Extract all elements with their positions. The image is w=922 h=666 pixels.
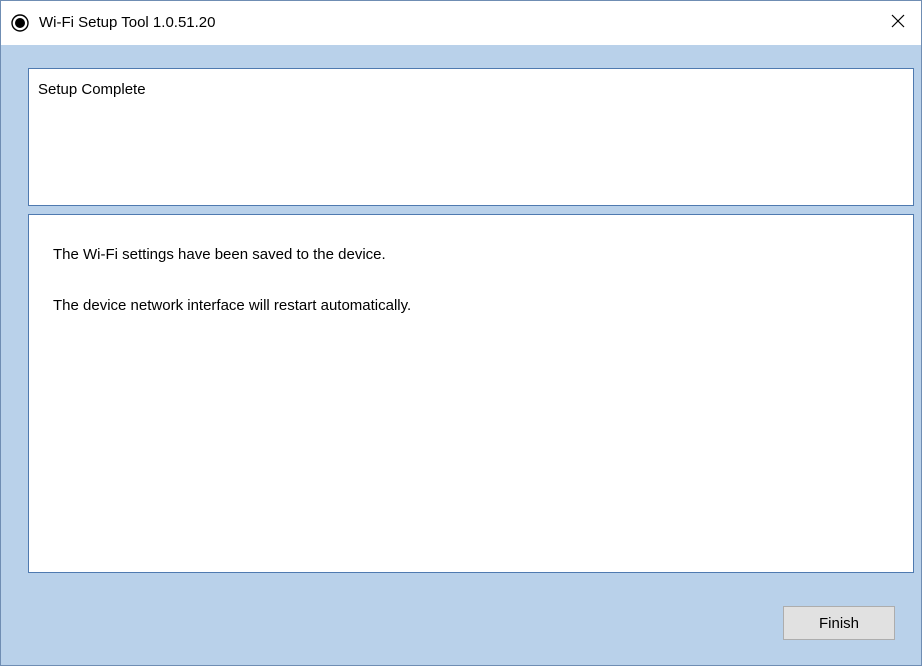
close-icon bbox=[891, 14, 905, 33]
app-circle-icon bbox=[11, 14, 29, 32]
saved-message: The Wi-Fi settings have been saved to th… bbox=[53, 246, 386, 263]
title-bar[interactable]: Wi-Fi Setup Tool 1.0.51.20 bbox=[1, 1, 921, 45]
restart-message: The device network interface will restar… bbox=[53, 297, 412, 314]
header-panel: Setup Complete bbox=[28, 68, 914, 206]
window-title: Wi-Fi Setup Tool 1.0.51.20 bbox=[39, 14, 216, 31]
close-button[interactable] bbox=[875, 1, 921, 45]
finish-button[interactable]: Finish bbox=[783, 606, 895, 640]
setup-window: Wi-Fi Setup Tool 1.0.51.20 Setup Complet… bbox=[0, 0, 922, 666]
content-panel: The Wi-Fi settings have been saved to th… bbox=[28, 214, 914, 573]
page-title: Setup Complete bbox=[38, 81, 146, 98]
